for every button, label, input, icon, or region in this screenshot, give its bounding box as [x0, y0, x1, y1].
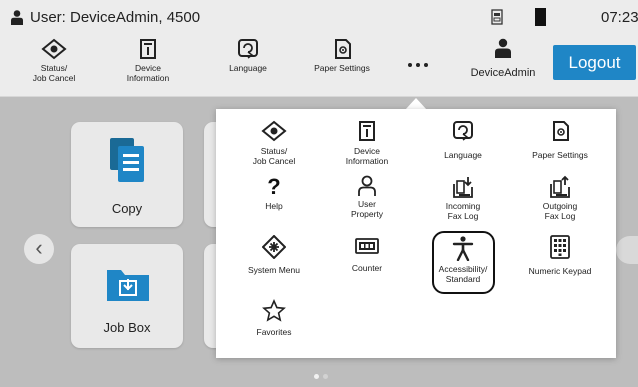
menu-item-label: Outgoing Fax Log — [542, 201, 578, 221]
toolbar-paper-settings[interactable]: Paper Settings — [306, 38, 378, 73]
menu-item-status-job-cancel[interactable]: Status/ Job Cancel — [226, 120, 322, 166]
menu-item-label: Help — [265, 201, 283, 211]
toolbar-language[interactable]: Language — [220, 38, 276, 73]
copy-tile[interactable]: Copy — [71, 122, 183, 227]
status-bar: User: DeviceAdmin, 4500 07:23 — [0, 0, 638, 34]
menu-item-label: Favorites — [256, 327, 292, 337]
quick-toolbar: Status/ Job Cancel Device Information La… — [0, 34, 638, 97]
user-icon — [11, 10, 23, 25]
help-icon: ? — [267, 174, 281, 199]
device-info-icon — [359, 121, 375, 141]
user-property-icon — [358, 175, 376, 196]
screen: User: DeviceAdmin, 4500 07:23 Status/ Jo… — [0, 0, 638, 387]
counter-icon — [355, 238, 379, 254]
menu-item-label: Language — [444, 150, 482, 160]
menu-item-favorites[interactable]: Favorites — [226, 299, 322, 337]
paper-settings-icon — [335, 39, 351, 59]
system-menu-icon — [262, 235, 286, 259]
logout-button[interactable]: Logout — [553, 45, 636, 80]
menu-item-user-property[interactable]: User Property — [319, 175, 415, 219]
language-icon — [453, 121, 473, 141]
menu-item-outgoing-fax-log[interactable]: Outgoing Fax Log — [512, 175, 608, 221]
clock: 07:23 — [601, 9, 638, 26]
copy-tile-label: Copy — [111, 201, 143, 216]
battery-icon — [535, 8, 546, 26]
incoming-fax-icon — [453, 177, 473, 198]
outgoing-fax-icon — [550, 175, 570, 198]
menu-item-label: System Menu — [248, 265, 300, 275]
menu-item-paper-settings[interactable]: Paper Settings — [512, 120, 608, 160]
toolbar-device-info-label: Device Information — [126, 63, 170, 83]
menu-item-language[interactable]: Language — [415, 120, 511, 160]
logged-in-user: User: DeviceAdmin, 4500 — [30, 9, 201, 26]
menu-item-label: Status/ Job Cancel — [252, 146, 296, 166]
paper-settings-icon — [553, 121, 569, 141]
toolbar-paper-settings-label: Paper Settings — [314, 63, 370, 73]
menu-item-label: User Property — [350, 199, 384, 219]
current-user: DeviceAdmin — [466, 38, 540, 79]
numeric-keypad-icon — [550, 235, 570, 259]
copy-icon — [110, 138, 144, 182]
previous-page-button[interactable]: ‹ — [24, 234, 54, 264]
more-options-button[interactable] — [398, 54, 438, 74]
toolbar-device-information[interactable]: Device Information — [112, 38, 184, 83]
job-box-tile[interactable]: Job Box — [71, 244, 183, 348]
toolbar-status-job-cancel[interactable]: Status/ Job Cancel — [26, 38, 82, 83]
menu-item-label: Numeric Keypad — [528, 266, 592, 276]
more-options-menu: Status/ Job Cancel Device Information La… — [216, 109, 616, 358]
menu-item-label: Incoming Fax Log — [445, 201, 481, 221]
menu-item-label: Device Information — [345, 146, 389, 166]
page-indicator — [312, 366, 330, 384]
selection-highlight — [432, 231, 495, 294]
job-box-tile-label: Job Box — [103, 320, 151, 335]
job-box-icon — [107, 270, 149, 301]
menu-item-device-information[interactable]: Device Information — [319, 120, 415, 166]
current-user-name: DeviceAdmin — [470, 67, 536, 79]
next-page-button[interactable] — [616, 236, 638, 264]
user-icon — [495, 38, 511, 58]
device-info-icon — [140, 39, 156, 59]
toolbar-status-label: Status/ Job Cancel — [32, 63, 76, 83]
menu-item-counter[interactable]: Counter — [319, 235, 415, 273]
menu-item-label: Paper Settings — [532, 150, 588, 160]
menu-item-numeric-keypad[interactable]: Numeric Keypad — [512, 235, 608, 276]
menu-item-label: Counter — [351, 263, 383, 273]
menu-item-incoming-fax-log[interactable]: Incoming Fax Log — [415, 175, 511, 221]
menu-item-system-menu[interactable]: System Menu — [226, 235, 322, 275]
toolbar-language-label: Language — [229, 63, 267, 73]
status-icon — [261, 120, 287, 142]
language-icon — [238, 39, 258, 59]
status-icon — [41, 38, 67, 60]
fax-status-icon — [491, 9, 503, 25]
menu-item-help[interactable]: ? Help — [226, 174, 322, 212]
favorites-icon — [262, 299, 286, 322]
